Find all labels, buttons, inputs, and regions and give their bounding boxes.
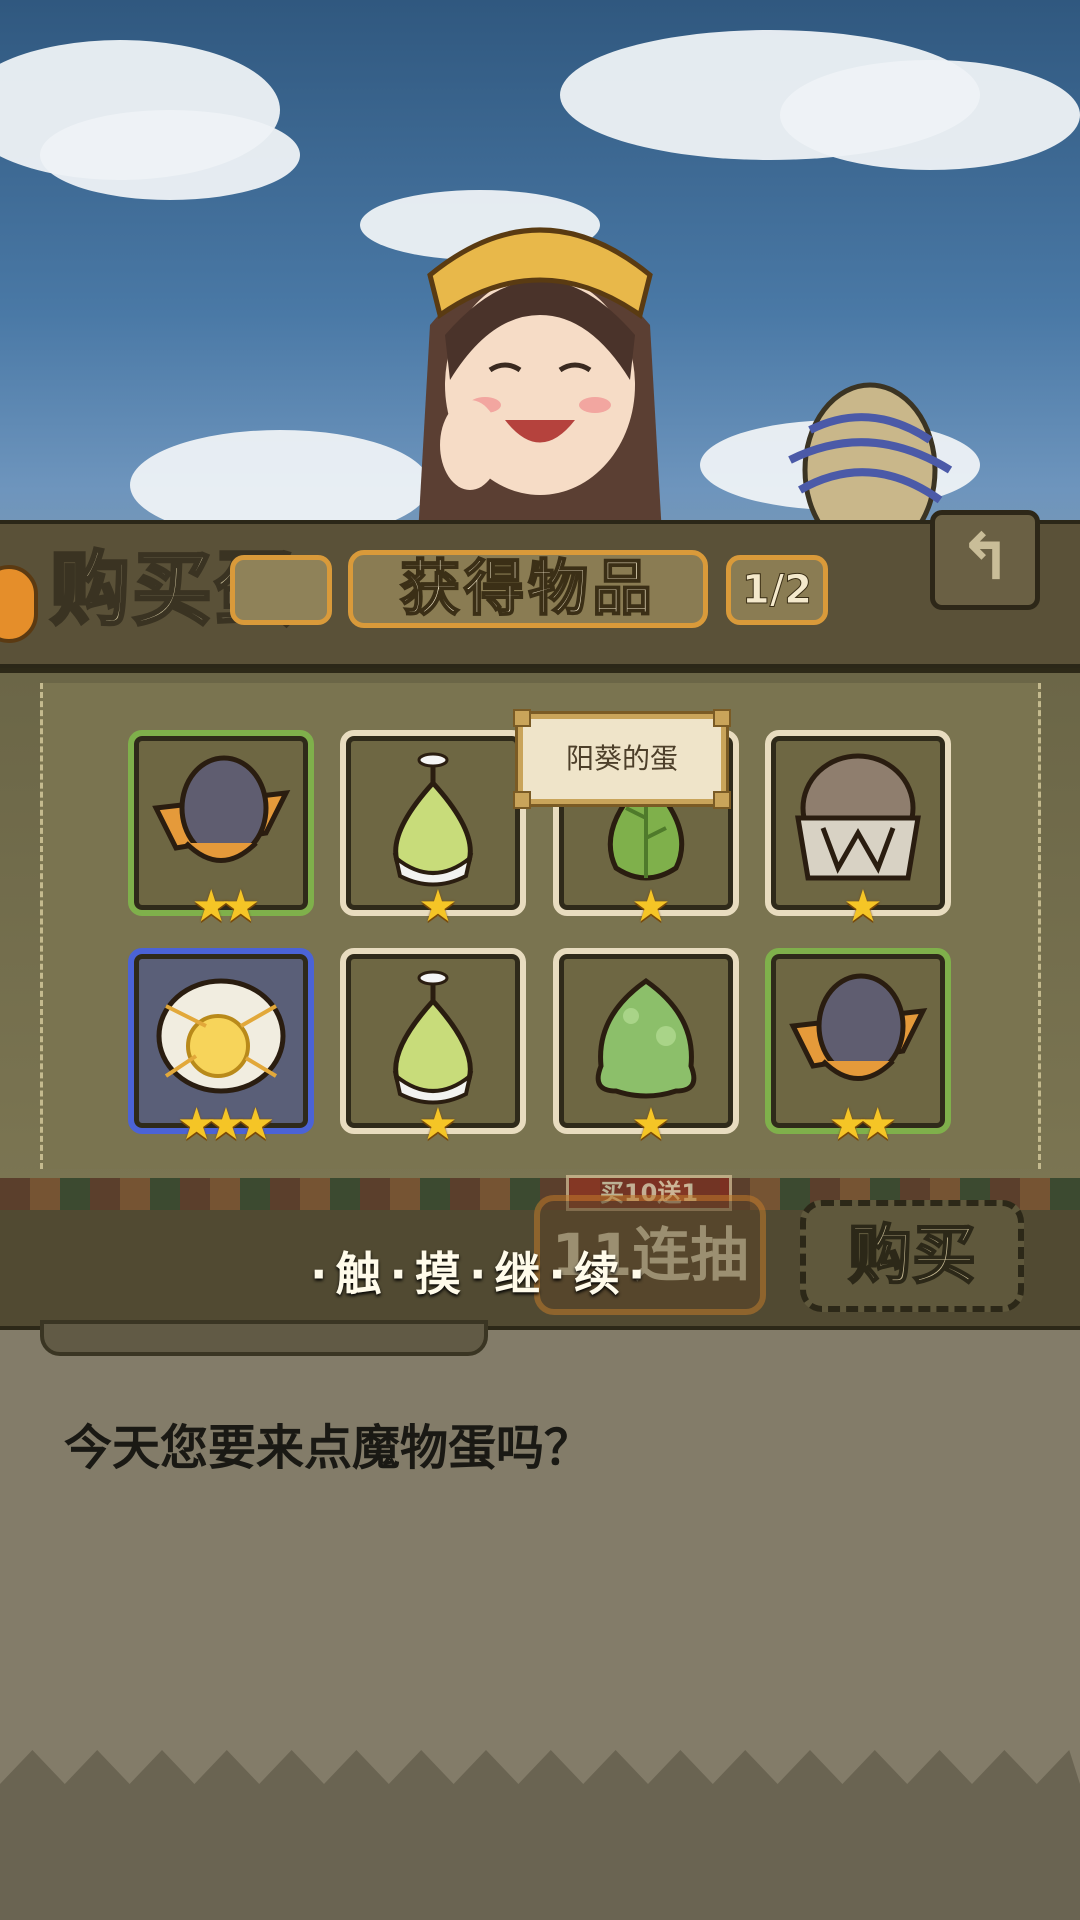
page-indicator: 1/2	[741, 567, 813, 614]
shopkeeper-dialog-text: 今天您要来点魔物蛋吗？	[64, 1420, 593, 1476]
buy-label: 购买	[847, 1218, 977, 1294]
rarity-stars: ★★	[191, 881, 261, 932]
item-slot-mimic-egg[interactable]: ★	[765, 730, 951, 932]
hat-egg-icon	[789, 973, 928, 1081]
bulb-egg-icon	[392, 752, 474, 887]
rarity-stars: ★	[418, 881, 457, 932]
tab-blank	[230, 555, 332, 625]
item-slot-sun-egg[interactable]: ★★★	[128, 948, 314, 1150]
tooltip-text: 阳葵的蛋	[565, 742, 678, 775]
dialog-area-tab	[40, 1320, 488, 1356]
slime-egg-icon	[595, 977, 697, 1099]
tooltip-corner	[713, 709, 731, 727]
item-slot-bulb-egg[interactable]: ★	[340, 730, 526, 932]
item-slot-slime-egg[interactable]: ★	[553, 948, 739, 1150]
buy-button[interactable]: 购买	[800, 1200, 1024, 1312]
rarity-stars: ★★	[828, 1099, 898, 1150]
page-indicator-plate: 1/2	[726, 555, 828, 625]
tooltip-corner	[513, 709, 531, 727]
bulb-egg-icon	[392, 970, 474, 1105]
rarity-stars: ★	[843, 881, 882, 932]
zigzag-decoration	[0, 1750, 1080, 1920]
item-slot-hat-egg-2[interactable]: ★★	[765, 948, 951, 1150]
tooltip-corner	[713, 791, 731, 809]
rarity-stars: ★	[418, 1099, 457, 1150]
item-slot-bulb-egg-2[interactable]: ★	[340, 948, 526, 1150]
back-button[interactable]: ↰	[930, 510, 1040, 610]
hat-egg-icon	[152, 755, 291, 863]
back-arrow-icon: ↰	[958, 521, 1012, 595]
tooltip-corner	[513, 791, 531, 809]
sun-egg-icon	[156, 978, 286, 1094]
cloud	[780, 60, 1080, 170]
item-tooltip: 阳葵的蛋	[513, 709, 731, 809]
dialog-title-plate: 获得物品	[348, 550, 708, 628]
rarity-stars: ★	[631, 881, 670, 932]
mimic-egg-icon	[795, 753, 921, 881]
dialog-title: 获得物品	[399, 554, 656, 624]
item-slot-hat-egg[interactable]: ★★	[128, 730, 314, 932]
cloud	[40, 110, 300, 200]
rarity-stars: ★★★	[176, 1099, 275, 1150]
rarity-stars: ★	[631, 1099, 670, 1150]
tap-to-continue[interactable]: ·触·摸·继·续·	[310, 1238, 653, 1304]
